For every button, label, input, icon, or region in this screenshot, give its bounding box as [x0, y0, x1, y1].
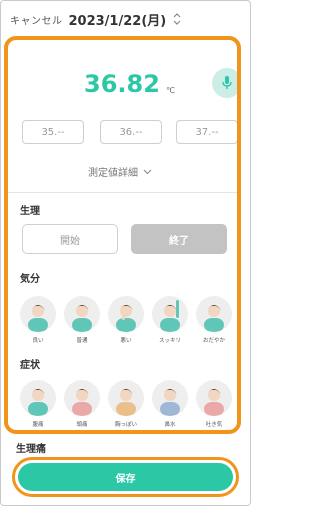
- save-button[interactable]: 保存: [18, 463, 233, 491]
- chevron-down-icon: [143, 169, 152, 174]
- measurement-detail-label: 測定値詳細: [88, 168, 138, 179]
- symptoms-row: 腹痛 頭痛 胸っぽい 鼻水 吐き気: [16, 380, 237, 430]
- mood-item-good[interactable]: 良い: [16, 296, 56, 352]
- symptom-label: 胸っぽい: [114, 422, 137, 428]
- mood-label: おだやか: [202, 338, 225, 344]
- period-section-title: 生理: [20, 206, 40, 217]
- mood-row: 良い 普通 悪い スッキリ おだやか: [16, 296, 237, 352]
- mood-item-bad[interactable]: 悪い: [104, 296, 144, 352]
- person-calm-icon: [196, 296, 232, 332]
- mood-item-normal[interactable]: 普通: [60, 296, 100, 352]
- mood-label: スッキリ: [158, 338, 181, 344]
- measurement-detail-toggle[interactable]: 測定値詳細: [88, 164, 152, 179]
- person-stomachache-icon: [20, 380, 56, 416]
- symptom-item-nausea[interactable]: 吐き気: [192, 380, 232, 430]
- temp-box-35[interactable]: 35.--: [22, 120, 84, 144]
- temperature-unit: ℃: [166, 86, 175, 95]
- record-panel: 36.82 ℃ 35.-- 36.-- 37.-- 測定値詳細 生理 開始 終了…: [4, 36, 241, 434]
- symptom-label: 吐き気: [205, 422, 223, 428]
- symptom-item-stomachache[interactable]: 腹痛: [16, 380, 56, 430]
- symptom-label: 腹痛: [32, 422, 44, 428]
- microphone-icon: [222, 76, 232, 89]
- person-nausea-icon: [196, 380, 232, 416]
- mood-section-title: 気分: [20, 274, 40, 285]
- person-bad-icon: [108, 296, 144, 332]
- period-pain-section-title: 生理痛: [16, 444, 46, 455]
- voice-input-button[interactable]: [212, 68, 237, 98]
- temp-box-36[interactable]: 36.--: [100, 120, 162, 144]
- person-refreshed-icon: [152, 296, 188, 332]
- symptom-label: 鼻水: [164, 422, 176, 428]
- save-button-highlight: 保存: [12, 457, 239, 497]
- header: キャンセル 2023/1/22(月): [10, 8, 182, 30]
- chevron-up-down-icon[interactable]: [172, 11, 182, 27]
- symptom-item-feverish[interactable]: 胸っぽい: [104, 380, 144, 430]
- mood-label: 良い: [32, 338, 44, 344]
- symptoms-section-title: 症状: [20, 360, 40, 371]
- symptom-item-headache[interactable]: 頭痛: [60, 380, 100, 430]
- mood-item-calm[interactable]: おだやか: [192, 296, 232, 352]
- cancel-button[interactable]: キャンセル: [10, 12, 63, 27]
- temperature-row: 36.82 ℃: [8, 64, 237, 104]
- person-normal-icon: [64, 296, 100, 332]
- mood-item-refreshed[interactable]: スッキリ: [148, 296, 188, 352]
- person-good-icon: [20, 296, 56, 332]
- symptom-label: 頭痛: [76, 422, 88, 428]
- temperature-digit-boxes: 35.-- 36.-- 37.--: [22, 120, 237, 144]
- temperature-value[interactable]: 36.82: [84, 70, 160, 98]
- temp-box-37[interactable]: 37.--: [176, 120, 237, 144]
- person-runny-nose-icon: [152, 380, 188, 416]
- mood-label: 普通: [76, 338, 88, 344]
- divider: [8, 192, 237, 193]
- mood-label: 悪い: [120, 338, 132, 344]
- date-selector[interactable]: 2023/1/22(月): [69, 10, 167, 29]
- symptom-item-runny-nose[interactable]: 鼻水: [148, 380, 188, 430]
- person-headache-icon: [64, 380, 100, 416]
- period-end-button[interactable]: 終了: [131, 224, 227, 254]
- period-start-button[interactable]: 開始: [22, 224, 118, 254]
- person-feverish-icon: [108, 380, 144, 416]
